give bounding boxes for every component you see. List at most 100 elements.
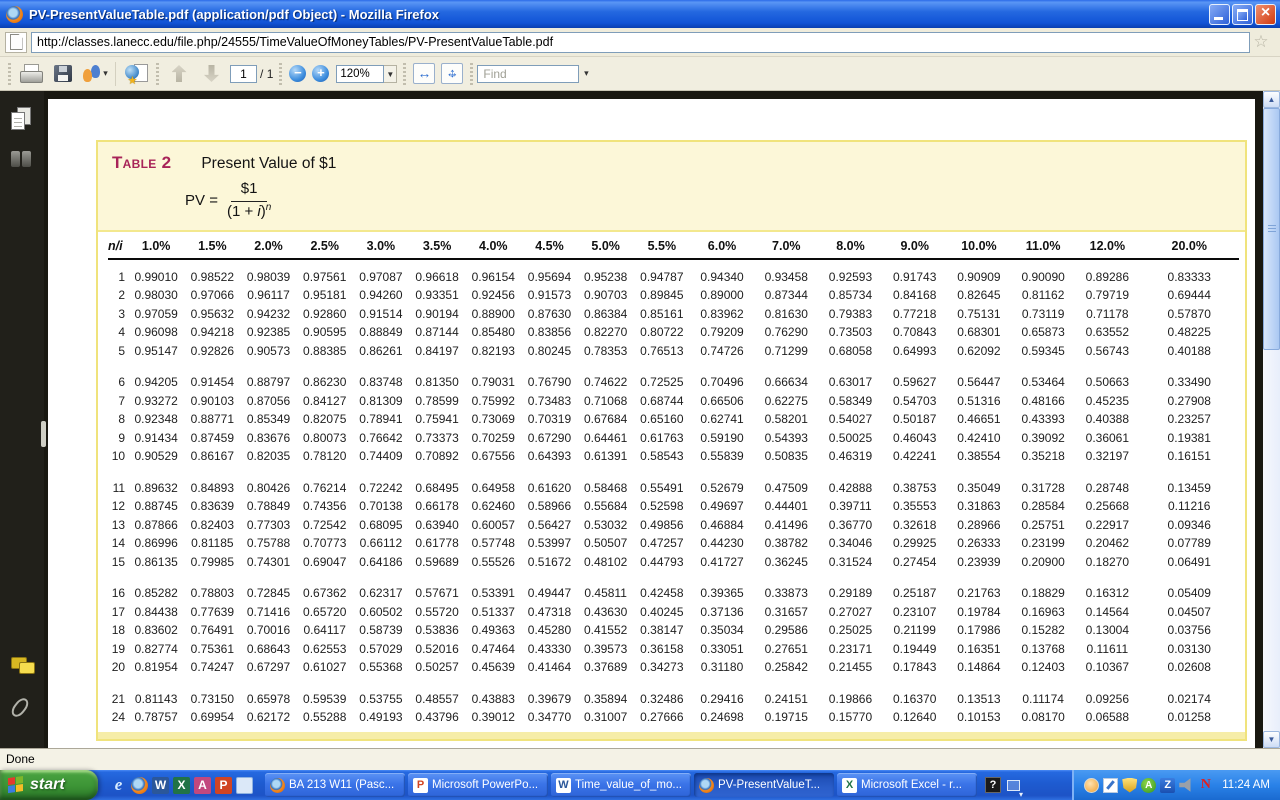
table-row: 80.923480.887710.853490.820750.789410.75…	[108, 410, 1239, 429]
internet-explorer-quicklaunch-icon[interactable]	[110, 777, 127, 794]
taskbar-window-label: Time_value_of_mo...	[575, 779, 682, 791]
page-number-input[interactable]: 1	[230, 65, 257, 83]
help-icon[interactable]	[985, 777, 1001, 793]
find-dropdown-arrow[interactable]: ▾	[579, 68, 593, 79]
taskbar-window-button[interactable]: BA 213 W11 (Pasc...	[265, 773, 405, 797]
pv-factor-cell: 0.90703	[578, 286, 634, 305]
pv-factor-cell: 0.80073	[297, 429, 353, 448]
pv-factor-cell: 0.25668	[1075, 497, 1139, 516]
close-button[interactable]	[1255, 4, 1276, 25]
taskbar-window-button[interactable]: PV-PresentValueT...	[694, 773, 834, 797]
shield-tray-icon[interactable]	[1122, 778, 1137, 793]
pv-factor-cell: 0.07789	[1139, 534, 1239, 553]
start-button[interactable]: start	[0, 770, 98, 800]
restore-button[interactable]	[1232, 4, 1253, 25]
pv-factor-cell: 0.95238	[578, 259, 634, 287]
print-button[interactable]	[15, 60, 47, 88]
table-row: 60.942050.914540.887970.862300.837480.81…	[108, 360, 1239, 392]
period-cell: 14	[108, 534, 128, 553]
pv-factor-cell: 0.13004	[1075, 621, 1139, 640]
pv-factor-cell: 0.53032	[578, 516, 634, 535]
toolbar-separator	[115, 62, 116, 86]
word-quicklaunch-icon[interactable]	[152, 777, 169, 794]
tools-tray-icon[interactable]	[1103, 778, 1118, 793]
pv-factor-cell: 0.47464	[465, 640, 521, 659]
url-input[interactable]: http://classes.lanecc.edu/file.php/24555…	[31, 32, 1250, 53]
pv-factor-cell: 0.67297	[240, 658, 296, 677]
powerpoint-quicklaunch-icon[interactable]	[215, 777, 232, 794]
previous-page-button[interactable]	[163, 60, 195, 88]
table-row: 140.869960.811850.757880.707730.661120.6…	[108, 534, 1239, 553]
novell-tray-icon[interactable]	[1198, 778, 1213, 793]
task-buttons: BA 213 W11 (Pasc...Microsoft PowerPo... T…	[265, 773, 977, 797]
pv-factor-cell: 0.32197	[1075, 447, 1139, 466]
pv-factor-cell: 0.90595	[297, 323, 353, 342]
zoom-out-button[interactable]: −	[289, 65, 306, 82]
pv-factor-cell: 0.55526	[465, 553, 521, 572]
taskbar-window-button[interactable]: Microsoft Excel - r...	[837, 773, 977, 797]
taskbar-window-button[interactable]: Time_value_of_mo...	[551, 773, 691, 797]
period-cell: 18	[108, 621, 128, 640]
minimize-button[interactable]	[1209, 4, 1230, 25]
comments-panel-icon[interactable]	[11, 657, 35, 675]
pages-panel-icon[interactable]	[11, 107, 30, 130]
pv-table-body: 10.990100.985220.980390.975610.970870.96…	[108, 259, 1239, 727]
messenger-tray-icon[interactable]	[1084, 778, 1099, 793]
pv-factor-cell: 0.50507	[578, 534, 634, 553]
pv-factor-cell: 0.41464	[521, 658, 577, 677]
pv-col-header: 3.5%	[409, 232, 465, 259]
scrollbar-thumb[interactable]	[1263, 108, 1280, 350]
antivirus-tray-icon[interactable]	[1141, 778, 1156, 793]
zone-tray-icon[interactable]	[1160, 778, 1175, 793]
pv-col-header: 2.0%	[240, 232, 296, 259]
toolbar-chevron-icon[interactable]	[1005, 777, 1021, 793]
taskbar-extra-buttons	[985, 777, 1021, 793]
zoom-level-select[interactable]: 120%	[336, 65, 384, 83]
pv-factor-cell: 0.92860	[297, 305, 353, 324]
pv-factor-cell: 0.29586	[754, 621, 818, 640]
fit-page-button[interactable]	[441, 63, 463, 84]
zoom-in-button[interactable]: +	[312, 65, 329, 82]
attachments-panel-icon[interactable]	[9, 696, 31, 720]
volume-tray-icon[interactable]	[1179, 778, 1194, 793]
vertical-scrollbar[interactable]	[1263, 91, 1280, 748]
pv-factor-cell: 0.58543	[634, 447, 690, 466]
period-cell: 17	[108, 603, 128, 622]
up-arrow-icon	[172, 65, 187, 82]
pv-factor-cell: 0.92385	[240, 323, 296, 342]
pv-factor-cell: 0.50187	[883, 410, 947, 429]
page-proxy-icon[interactable]	[5, 32, 27, 53]
sidebar-resize-handle[interactable]	[41, 421, 46, 447]
excel-quicklaunch-icon[interactable]	[173, 777, 190, 794]
windows-explorer-quicklaunch-icon[interactable]	[236, 777, 253, 794]
pv-factor-cell: 0.35218	[1011, 447, 1075, 466]
find-input[interactable]: Find	[477, 65, 579, 83]
search-panel-icon[interactable]	[11, 151, 32, 167]
firefox-quicklaunch-icon[interactable]	[131, 777, 148, 794]
pv-factor-cell: 0.50257	[409, 658, 465, 677]
fit-width-button[interactable]	[413, 63, 435, 84]
zoom-dropdown-arrow[interactable]: ▼	[384, 65, 397, 83]
pv-factor-cell: 0.66506	[690, 392, 754, 411]
pv-factor-cell: 0.66112	[353, 534, 409, 553]
period-cell: 19	[108, 640, 128, 659]
scroll-down-button[interactable]	[1263, 731, 1280, 748]
table-row: 120.887450.836390.788490.743560.701380.6…	[108, 497, 1239, 516]
save-button[interactable]	[47, 60, 79, 88]
pv-factor-cell: 0.97561	[297, 259, 353, 287]
pv-factor-cell: 0.48166	[1011, 392, 1075, 411]
search-web-button[interactable]: ★	[120, 60, 152, 88]
pv-col-header: 11.0%	[1011, 232, 1075, 259]
taskbar-window-button[interactable]: Microsoft PowerPo...	[408, 773, 548, 797]
bookmark-star-icon[interactable]	[1250, 32, 1272, 52]
scroll-up-button[interactable]	[1263, 91, 1280, 108]
next-page-button[interactable]	[195, 60, 227, 88]
period-cell: 1	[108, 259, 128, 287]
pv-factor-cell: 0.21199	[883, 621, 947, 640]
pv-factor-cell: 0.44793	[634, 553, 690, 572]
collaborate-button[interactable]: ▾	[79, 60, 111, 88]
access-quicklaunch-icon[interactable]	[194, 777, 211, 794]
pv-factor-cell: 0.33873	[754, 571, 818, 603]
pv-factor-cell: 0.89286	[1075, 259, 1139, 287]
pv-factor-cell: 0.81162	[1011, 286, 1075, 305]
